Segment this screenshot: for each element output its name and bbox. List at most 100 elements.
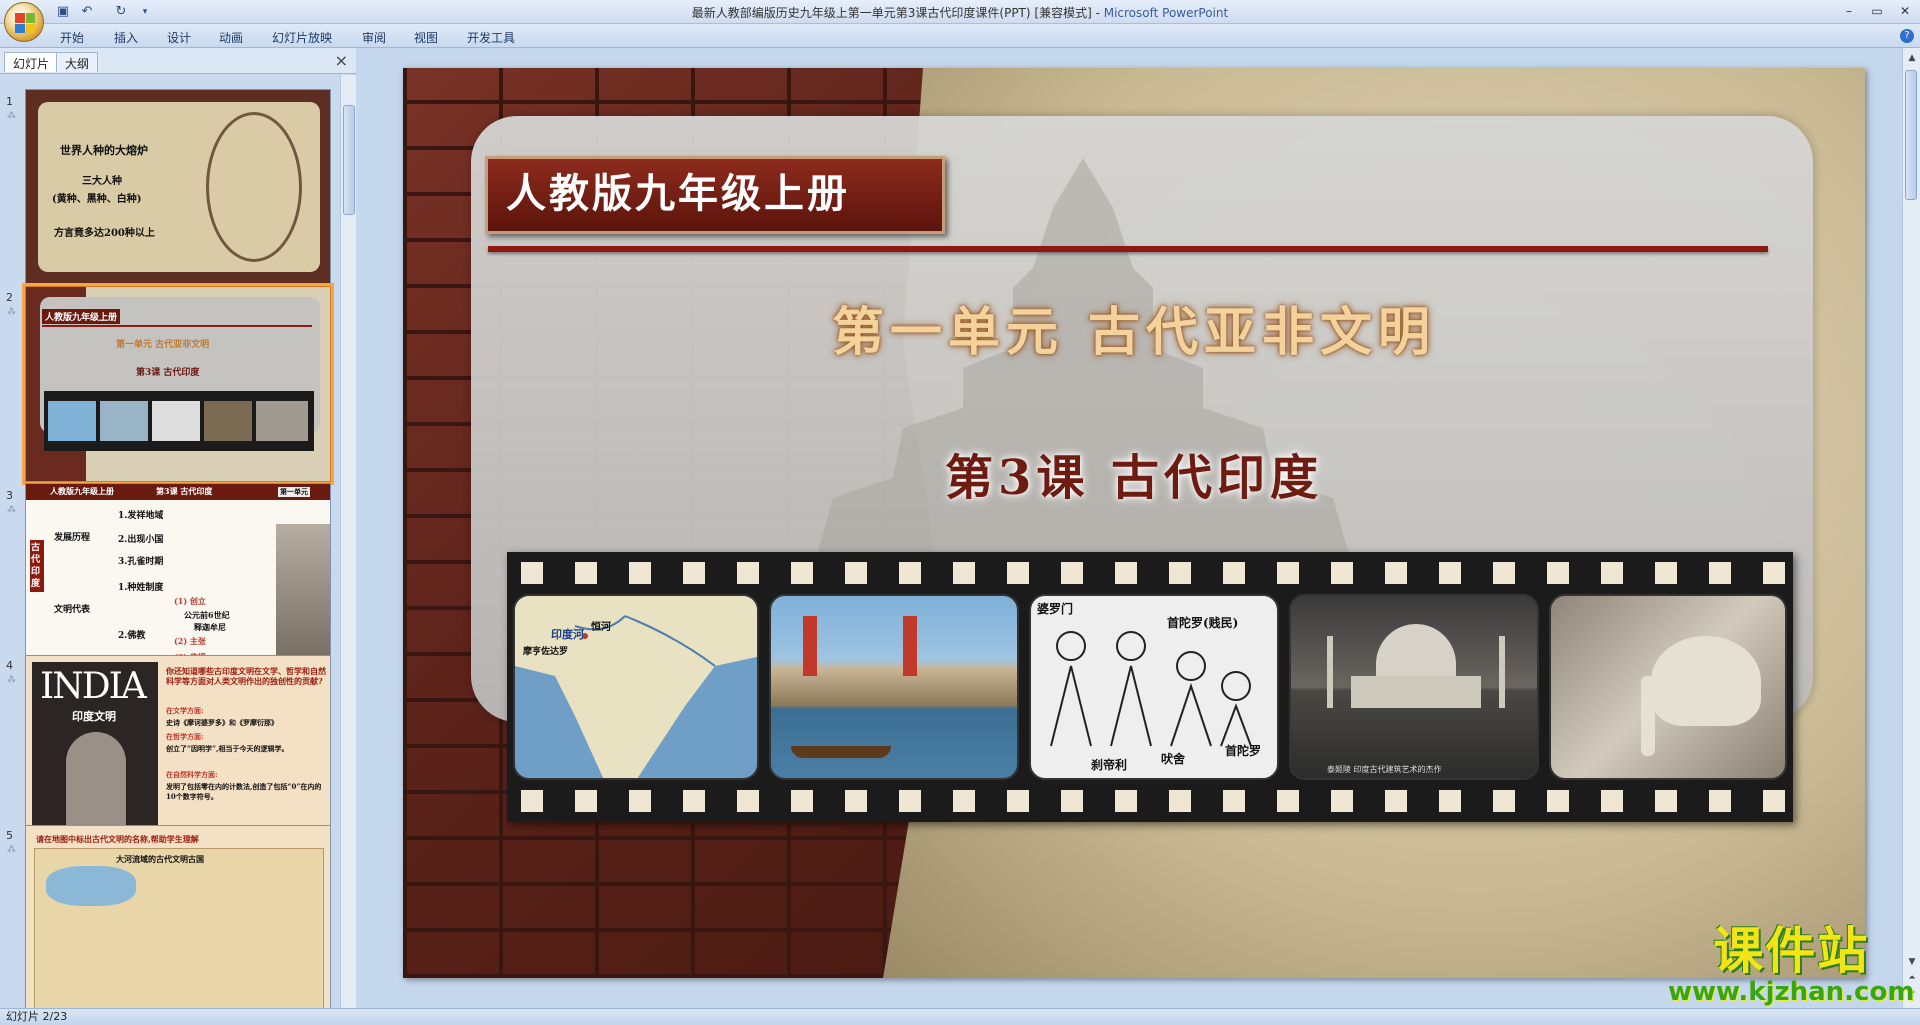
thumb-text: 史诗《摩诃婆罗多》和《罗摩衍那》 bbox=[166, 718, 278, 727]
slide-thumbnail-5[interactable]: 请在地图中标出古代文明的名称,帮助学生理解 大河流域的古代文明古国 bbox=[25, 825, 331, 1008]
slide-note-icon: ⁂ bbox=[7, 675, 16, 685]
thumb-text: 方言竟多达200种以上 bbox=[54, 228, 155, 239]
thumb-text: 大河流域的古代文明古国 bbox=[116, 854, 204, 864]
title-bar: ▣ ↶ ↻ ▾ 最新人教部编版历史九年级上第一单元第3课古代印度课件(PPT) … bbox=[0, 0, 1920, 24]
status-bar: 幻灯片 2/23 bbox=[0, 1008, 1920, 1025]
restore-icon[interactable]: ▭ bbox=[1864, 2, 1890, 20]
elephant-relief-image bbox=[1549, 594, 1787, 780]
minimize-icon[interactable]: – bbox=[1836, 2, 1862, 20]
thumb-text: 在哲学方面: bbox=[166, 732, 204, 741]
thumb-filmstrip bbox=[44, 391, 314, 451]
kshatriya-label: 刹帝利 bbox=[1091, 758, 1128, 772]
pane-tabs: 幻灯片 大纲 × bbox=[0, 48, 356, 74]
slide-number: 5 bbox=[6, 829, 13, 842]
close-window-icon[interactable]: ✕ bbox=[1892, 2, 1918, 20]
tab-insert[interactable]: 插入 bbox=[114, 29, 138, 46]
filmstrip: 印度河 恒河 摩亨佐达罗 婆罗门 首陀罗(贱民) 刹帝利 吠舍 首陀罗 泰姬陵 … bbox=[507, 552, 1793, 822]
taj-minaret bbox=[1327, 636, 1333, 708]
thumb-film-frame bbox=[48, 401, 96, 441]
app-name: Microsoft PowerPoint bbox=[1103, 6, 1229, 20]
title-separator: - bbox=[1091, 6, 1104, 20]
tab-home[interactable]: 开始 bbox=[60, 29, 84, 46]
thumb-text: 第3课 古代印度 bbox=[156, 486, 213, 496]
thumbnail-list: 1 ⁂ 世界人种的大熔炉 三大人种 (黄种、黑种、白种) 方言竟多达200种以上… bbox=[0, 75, 340, 1008]
slide-note-icon: ⁂ bbox=[7, 845, 16, 855]
current-slide[interactable]: 人教版九年级上册 第一单元 古代亚非文明 第3课 古代印度 印度河 恒河 摩亨佐… bbox=[403, 68, 1865, 978]
indus-river-label: 印度河 bbox=[551, 628, 584, 641]
thumb-text: (1) 创立 bbox=[174, 596, 206, 606]
office-button[interactable] bbox=[4, 2, 44, 42]
vaishya-label: 吠舍 bbox=[1161, 752, 1186, 766]
minaret-right bbox=[903, 616, 917, 676]
elephant-body bbox=[1651, 636, 1761, 726]
tab-review[interactable]: 审阅 bbox=[362, 29, 386, 46]
shudra-label: 首陀罗 bbox=[1225, 744, 1262, 758]
slide-thumbnail-2[interactable]: 人教版九年级上册 第一单元 古代亚非文明 第3课 古代印度 bbox=[22, 283, 334, 485]
elephant-trunk bbox=[1641, 676, 1655, 756]
tab-design[interactable]: 设计 bbox=[167, 29, 191, 46]
thumb-text: 3.孔雀时期 bbox=[118, 557, 164, 567]
window-title: 最新人教部编版历史九年级上第一单元第3课古代印度课件(PPT) [兼容模式] -… bbox=[0, 4, 1920, 21]
boat bbox=[791, 746, 891, 758]
thumb-text: 2.佛教 bbox=[118, 631, 146, 641]
slide-number: 2 bbox=[6, 291, 13, 304]
thumb-text: 创立了“因明学”,相当于今天的逻辑学。 bbox=[166, 744, 289, 753]
taj-dome bbox=[1376, 624, 1456, 680]
lesson-title: 第3课 古代印度 bbox=[944, 450, 1324, 506]
scrollbar-thumb[interactable] bbox=[1905, 70, 1917, 200]
site-watermark: 课件站 www.kjzhan.com bbox=[1668, 924, 1915, 1007]
thumb-text: 请在地图中标出古代文明的名称,帮助学生理解 bbox=[36, 834, 199, 844]
india-map-image: 印度河 恒河 摩亨佐达罗 bbox=[513, 594, 759, 780]
thumb-text: 公元前6世纪 bbox=[184, 610, 230, 620]
taj-base bbox=[1351, 676, 1481, 708]
thumb-text: (黄种、黑种、白种) bbox=[52, 194, 142, 205]
slide-thumbnail-1[interactable]: 世界人种的大熔炉 三大人种 (黄种、黑种、白种) 方言竟多达200种以上 bbox=[25, 89, 331, 285]
slide-thumbnail-4[interactable]: INDIA 印度文明 你还知道哪些古印度文明在文学、哲学和自然科学等方面对人类文… bbox=[25, 655, 331, 851]
tab-outline[interactable]: 大纲 bbox=[56, 52, 99, 72]
slide-note-icon: ⁂ bbox=[7, 111, 16, 121]
thumb-text: (2) 主张 bbox=[174, 636, 206, 646]
close-pane-icon[interactable]: × bbox=[335, 51, 348, 70]
thumb-text: 人教版九年级上册 bbox=[50, 486, 114, 496]
brahmin-label: 婆罗门 bbox=[1037, 602, 1074, 616]
ganges-ghats-image bbox=[769, 594, 1019, 780]
thumb-text: 人教版九年级上册 bbox=[42, 309, 121, 324]
tab-animations[interactable]: 动画 bbox=[219, 29, 243, 46]
thumb-text: 文明代表 bbox=[54, 605, 91, 615]
document-title: 最新人教部编版历史九年级上第一单元第3课古代印度课件(PPT) [兼容模式] bbox=[691, 6, 1092, 20]
thumb-text: 2.出现小国 bbox=[118, 535, 164, 545]
watermark-url: www.kjzhan.com bbox=[1668, 977, 1915, 1007]
film-holes-top bbox=[507, 562, 1793, 584]
thumb-text: 三大人种 bbox=[82, 176, 122, 187]
help-icon[interactable]: ? bbox=[1900, 29, 1914, 43]
taj-caption: 泰姬陵 印度古代建筑艺术的杰作 bbox=[1327, 765, 1442, 774]
thumb-text: 释迦牟尼 bbox=[194, 622, 226, 632]
thumbnail-scrollbar[interactable] bbox=[340, 75, 356, 1008]
thumb-text: 在自然科学方面: bbox=[166, 770, 218, 779]
minaret-left bbox=[803, 616, 817, 676]
thumb-text: 1.种姓制度 bbox=[118, 583, 164, 593]
office-logo-icon bbox=[15, 13, 35, 33]
tab-slides[interactable]: 幻灯片 bbox=[4, 52, 59, 72]
slides-pane: 幻灯片 大纲 × 1 ⁂ 世界人种的大熔炉 三大人种 (黄种、黑种、白种) 方言… bbox=[0, 48, 356, 1008]
thumb-text: 1.发祥地域 bbox=[118, 511, 164, 521]
title-underline bbox=[488, 246, 1768, 252]
thumb-film-frame bbox=[204, 401, 252, 441]
dalit-label: 首陀罗(贱民) bbox=[1167, 616, 1239, 630]
thumb-text: 第一单元 bbox=[278, 487, 310, 497]
tab-developer[interactable]: 开发工具 bbox=[467, 29, 515, 46]
scroll-up-icon[interactable]: ▲ bbox=[1906, 52, 1918, 64]
thumb-line bbox=[42, 325, 312, 327]
scrollbar-thumb[interactable] bbox=[343, 105, 355, 215]
slide-thumbnail-3[interactable]: 人教版九年级上册 第3课 古代印度 第一单元 古代印度 发展历程 1.发祥地域 … bbox=[25, 483, 331, 679]
ribbon-tabs: 开始 插入 设计 动画 幻灯片放映 审阅 视图 开发工具 ? bbox=[0, 24, 1920, 48]
tab-slideshow[interactable]: 幻灯片放映 bbox=[272, 29, 332, 46]
tab-view[interactable]: 视图 bbox=[414, 29, 438, 46]
slide-number: 1 bbox=[6, 95, 13, 108]
thumb-film-frame bbox=[152, 401, 200, 441]
unit-title: 第一单元 古代亚非文明 bbox=[831, 302, 1437, 363]
thumb-text: 你还知道哪些古印度文明在文学、哲学和自然科学等方面对人类文明作出的独创性的贡献? bbox=[166, 666, 326, 686]
slide-number: 4 bbox=[6, 659, 13, 672]
slide-scrollbar[interactable]: ▲ ▼ ⏶ ⏷ bbox=[1902, 48, 1920, 1008]
thumb-text: INDIA bbox=[40, 666, 147, 707]
